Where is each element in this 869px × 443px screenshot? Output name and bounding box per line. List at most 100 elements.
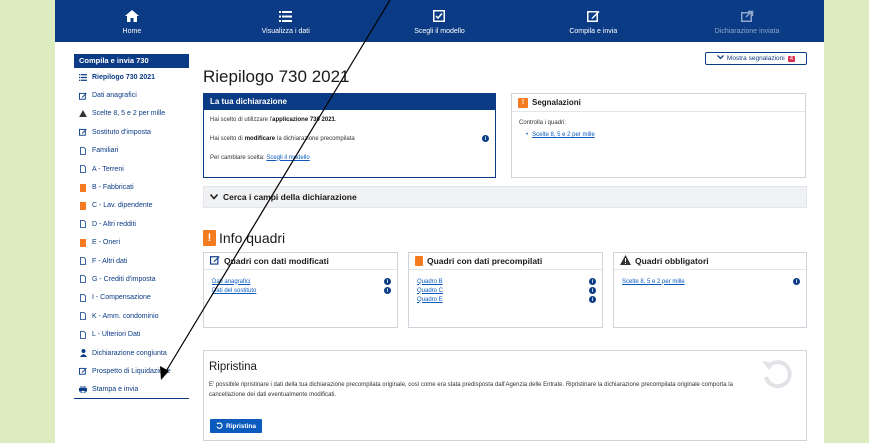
document-icon bbox=[78, 220, 88, 229]
quadro-link[interactable]: Quadro E bbox=[417, 297, 443, 303]
info-icon[interactable]: i bbox=[589, 296, 596, 303]
chevron-down-icon bbox=[209, 192, 219, 202]
card-rows: Quadro B i Quadro C i Quadro E i bbox=[409, 270, 602, 304]
sidebar-item[interactable]: Familiari bbox=[74, 142, 189, 160]
sidebar-item[interactable]: B - Fabbricati bbox=[74, 178, 189, 196]
mostra-segnalazioni-button[interactable]: Mostra segnalazioni 4 bbox=[705, 52, 807, 65]
list-item: Dati anagrafici i bbox=[204, 277, 397, 286]
sidebar-list: Riepilogo 730 2021 Dati anagrafici Scelte … bbox=[74, 68, 189, 400]
nav-label: Compila e invia bbox=[569, 28, 618, 35]
sidebar-item[interactable]: A - Terreni bbox=[74, 160, 189, 178]
nav-label: Dichiarazione inviata bbox=[714, 28, 780, 35]
list-item: Dati del sostituto i bbox=[204, 286, 397, 295]
sidebar-item[interactable]: Sostituto d'imposta bbox=[74, 123, 189, 141]
card-header-label: Segnalazioni bbox=[532, 98, 581, 107]
card-rows: Dati anagrafici i Dati del sostituto i bbox=[204, 270, 397, 295]
card-line: Hai scelto di utilizzare l' applicazione … bbox=[204, 110, 495, 129]
sidebar-item[interactable]: G - Crediti d'imposta bbox=[74, 270, 189, 288]
quadri-modificati-card: Quadri con dati modificati Dati anagrafi… bbox=[203, 252, 398, 328]
list-item: Scelte 8, 5 e 2 per mille i bbox=[614, 277, 806, 286]
sidebar-item-label: Prospetto di Liquidazione bbox=[92, 367, 171, 375]
ripristina-button[interactable]: Ripristina bbox=[210, 419, 262, 433]
quadro-link[interactable]: Quadro B bbox=[417, 279, 443, 285]
nav-label: Visualizza i dati bbox=[261, 28, 310, 35]
text-bold: applicazione 730 2021 bbox=[272, 116, 335, 123]
nav-inviata[interactable]: Dichiarazione inviata bbox=[670, 0, 824, 42]
nav-scegli[interactable]: Scegli il modello bbox=[363, 0, 517, 42]
undo-icon bbox=[760, 357, 794, 396]
sidebar-item[interactable]: Scelte 8, 5 e 2 per mille bbox=[74, 105, 189, 123]
section-title: ! Info quadri bbox=[203, 230, 285, 246]
button-label: Ripristina bbox=[226, 422, 256, 430]
undo-icon bbox=[216, 422, 223, 431]
checkbox-icon bbox=[433, 7, 446, 25]
card-line: Per cambiare scelta: Scegli il modello bbox=[204, 148, 495, 167]
nav-label: Home bbox=[122, 28, 142, 35]
chevron-down-icon bbox=[716, 55, 724, 62]
quadro-link[interactable]: Scelte 8, 5 e 2 per mille bbox=[622, 279, 685, 285]
text-bold: modificare bbox=[244, 135, 276, 142]
scegli-modello-link[interactable]: Scegli il modello bbox=[266, 155, 309, 161]
sidebar-item[interactable]: C - Lav. dipendente bbox=[74, 197, 189, 215]
info-icon[interactable]: i bbox=[589, 278, 596, 285]
document-icon bbox=[78, 330, 88, 339]
sidebar-item[interactable]: Dichiarazione congiunta bbox=[74, 344, 189, 362]
sidebar-item[interactable]: L - Ulteriori Dati bbox=[74, 325, 189, 343]
info-icon[interactable]: i bbox=[793, 278, 800, 285]
cerca-campi-accordion[interactable]: Cerca i campi della dichiarazione bbox=[203, 186, 807, 208]
list-icon bbox=[78, 73, 88, 81]
list-icon bbox=[279, 7, 293, 25]
sidebar-item[interactable]: Prospetto di Liquidazione bbox=[74, 362, 189, 380]
info-icon[interactable]: i bbox=[589, 287, 596, 294]
sidebar-item[interactable]: Riepilogo 730 2021 bbox=[74, 68, 189, 86]
document-icon bbox=[78, 293, 88, 302]
list-item: Quadro B i bbox=[409, 277, 602, 286]
quadri-precompilati-card: Quadri con dati precompilati Quadro B i Q… bbox=[408, 252, 603, 328]
home-icon bbox=[124, 7, 139, 25]
sidebar-item[interactable]: K - Amm. condominio bbox=[74, 307, 189, 325]
sidebar: Compila e invia 730 Riepilogo 730 2021 Da… bbox=[74, 54, 189, 400]
card-header: La tua dichiarazione bbox=[204, 94, 495, 110]
list-item: Quadro C i bbox=[409, 286, 602, 295]
segnalazione-link[interactable]: Scelte 8, 5 e 2 per mille bbox=[532, 132, 595, 138]
sidebar-item-label: B - Fabbricati bbox=[92, 184, 134, 192]
quadro-link[interactable]: Dati del sostituto bbox=[212, 288, 256, 294]
info-icon[interactable]: i bbox=[384, 278, 391, 285]
sidebar-item-label: Stampa e invia bbox=[92, 385, 139, 393]
sidebar-item-label: A - Terreni bbox=[92, 165, 124, 173]
warning-icon bbox=[78, 110, 88, 118]
warning-icon bbox=[620, 255, 631, 267]
segnalazioni-card: ! Segnalazioni Controlla i quadri: Scelt… bbox=[511, 93, 806, 178]
sidebar-item-label: L - Ulteriori Dati bbox=[92, 331, 141, 339]
document-icon bbox=[78, 257, 88, 265]
text: Per cambiare scelta: bbox=[210, 154, 265, 161]
info-icon[interactable]: i bbox=[384, 287, 391, 294]
ripristina-text: E' possibile ripristinare i dati della t… bbox=[209, 382, 733, 398]
card-header: Quadri con dati precompilati bbox=[409, 253, 602, 270]
sidebar-item[interactable]: I - Compensazione bbox=[74, 289, 189, 307]
card-header: Quadri con dati modificati bbox=[204, 253, 397, 270]
sidebar-item[interactable]: Dati anagrafici bbox=[74, 86, 189, 104]
nav-visualizza[interactable]: Visualizza i dati bbox=[209, 0, 363, 42]
sidebar-item-label: Scelte 8, 5 e 2 per mille bbox=[92, 110, 166, 118]
info-icon[interactable]: i bbox=[482, 135, 489, 142]
user-icon bbox=[78, 349, 88, 358]
nav-label: Scegli il modello bbox=[414, 28, 465, 35]
quadri-obbligatori-card: Quadri obbligatori Scelte 8, 5 e 2 per m… bbox=[613, 252, 807, 328]
sidebar-item[interactable]: F - Altri dati bbox=[74, 252, 189, 270]
card-header-label: Quadri obbligatori bbox=[635, 256, 709, 266]
sidebar-item[interactable]: Stampa e invia bbox=[74, 381, 189, 400]
sidebar-item[interactable]: E - Oneri bbox=[74, 234, 189, 252]
sidebar-title: Compila e invia 730 bbox=[74, 54, 189, 68]
nav-home[interactable]: Home bbox=[55, 0, 209, 42]
alert-icon: ! bbox=[203, 230, 216, 246]
quadro-link[interactable]: Dati anagrafici bbox=[212, 279, 250, 285]
card-rows: Scelte 8, 5 e 2 per mille i bbox=[614, 270, 806, 286]
sidebar-item[interactable]: D - Altri redditi bbox=[74, 215, 189, 233]
card-text: Controlla i quadri: bbox=[519, 120, 567, 126]
card-header-label: Quadri con dati precompilati bbox=[427, 256, 543, 266]
nav-compila[interactable]: Compila e invia bbox=[516, 0, 670, 42]
sidebar-item-label: D - Altri redditi bbox=[92, 220, 136, 228]
quadro-link[interactable]: Quadro C bbox=[417, 288, 443, 294]
sidebar-item-label: E - Oneri bbox=[92, 239, 121, 247]
